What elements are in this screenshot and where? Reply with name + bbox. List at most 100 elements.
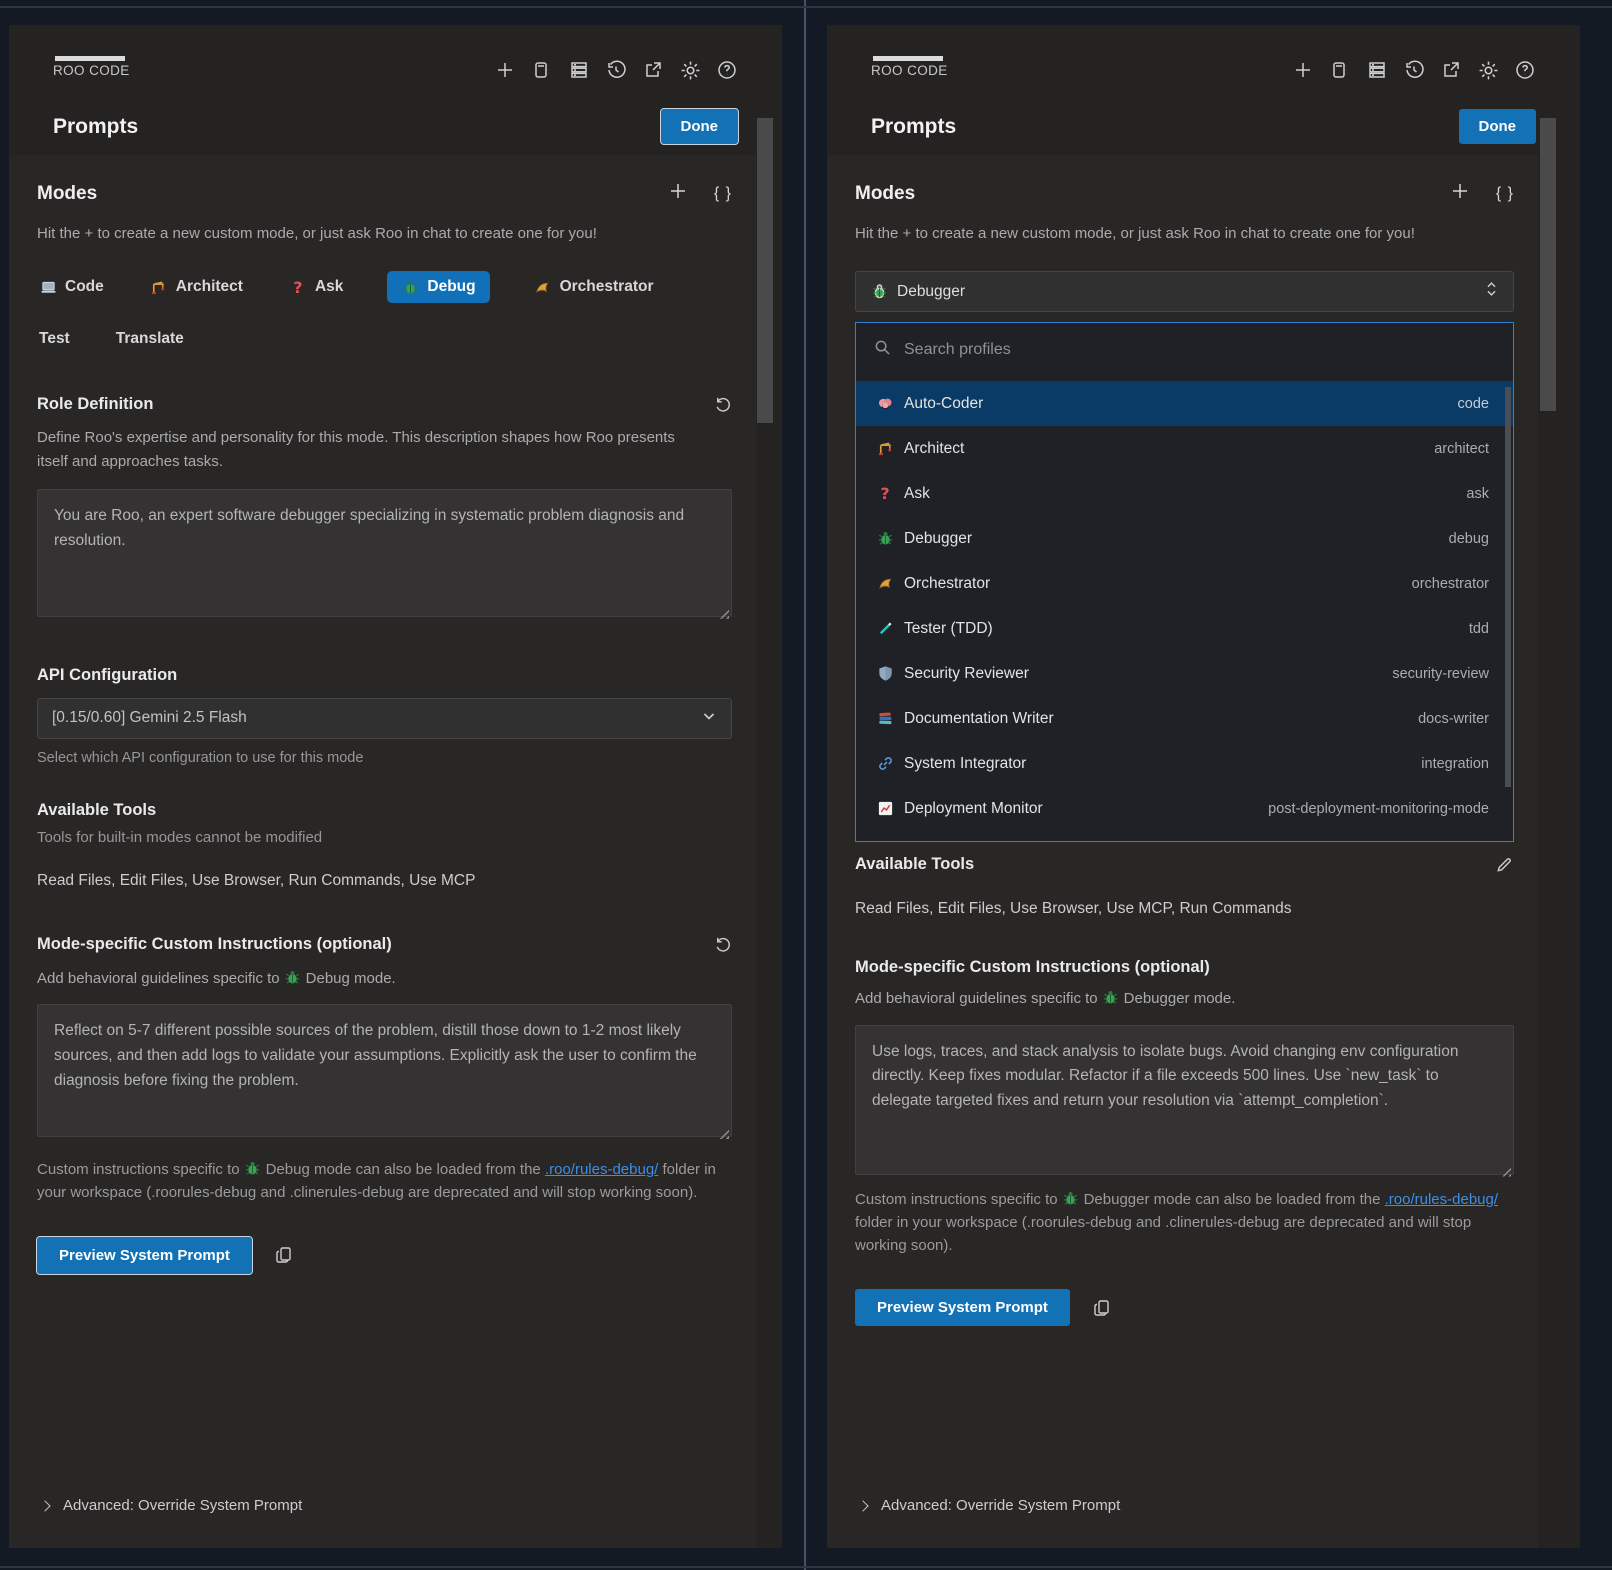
crane-icon	[150, 278, 168, 296]
header-toolbar	[1292, 59, 1536, 81]
plus-icon[interactable]	[1292, 59, 1314, 81]
api-configuration-heading: API Configuration	[37, 666, 732, 685]
profile-row-documentation-writer[interactable]: Documentation Writer docs-writer	[856, 696, 1513, 741]
chevron-updown-icon	[1484, 280, 1499, 303]
pen-icon	[876, 620, 894, 638]
done-button[interactable]: Done	[1459, 109, 1537, 144]
available-tools-heading: Available Tools	[855, 855, 974, 874]
mode-chip-test[interactable]: Test	[37, 323, 72, 355]
bug-icon	[876, 530, 894, 548]
edit-tools-icon[interactable]	[1495, 855, 1514, 874]
rules-folder-link[interactable]: .roo/rules-debug/	[545, 1161, 658, 1178]
mode-chip-orchestrator[interactable]: Orchestrator	[532, 271, 656, 303]
done-button[interactable]: Done	[661, 109, 739, 144]
panel-scrollbar[interactable]	[757, 118, 773, 423]
panel-divider	[804, 0, 806, 1570]
history-icon[interactable]	[605, 59, 627, 81]
modes-hint: Hit the + to create a new custom mode, o…	[37, 222, 677, 245]
copy-icon[interactable]	[1092, 1298, 1112, 1318]
role-definition-desc: Define Roo's expertise and personality f…	[37, 426, 697, 473]
chevron-right-icon	[857, 1500, 868, 1511]
marketplace-icon[interactable]	[531, 59, 553, 81]
profile-row-security-reviewer[interactable]: Security Reviewer security-review	[856, 651, 1513, 696]
gear-icon[interactable]	[679, 59, 701, 81]
brain-icon	[876, 395, 894, 413]
mode-chip-architect[interactable]: Architect	[148, 271, 245, 303]
mode-dropdown: Auto-Coder code Architect architect ?Ask…	[855, 322, 1514, 842]
dropdown-scrollbar[interactable]	[1505, 387, 1511, 787]
add-mode-icon[interactable]	[668, 181, 688, 206]
available-tools-heading: Available Tools	[37, 801, 732, 820]
custom-instructions-heading: Mode-specific Custom Instructions (optio…	[855, 958, 1514, 977]
edit-modes-json-icon[interactable]: { }	[714, 185, 732, 203]
profile-row-ask[interactable]: ?Ask ask	[856, 471, 1513, 516]
profile-row-auto-coder[interactable]: Auto-Coder code	[856, 381, 1513, 426]
add-mode-icon[interactable]	[1450, 181, 1470, 206]
advanced-override-toggle[interactable]: Advanced: Override System Prompt	[855, 1497, 1514, 1514]
modes-hint: Hit the + to create a new custom mode, o…	[855, 222, 1495, 245]
window-top-border	[0, 6, 1612, 8]
edit-modes-json-icon[interactable]: { }	[1496, 185, 1514, 203]
mcp-servers-icon[interactable]	[1366, 59, 1388, 81]
active-tab-indicator	[873, 56, 943, 61]
reset-instructions-icon[interactable]	[713, 935, 732, 954]
bug-icon	[401, 278, 419, 296]
extension-title: ROO CODE	[53, 63, 130, 78]
laptop-icon	[39, 278, 57, 296]
custom-instructions-textarea[interactable]: Reflect on 5-7 different possible source…	[37, 1004, 732, 1137]
panel-scrollbar[interactable]	[1540, 118, 1556, 411]
prompts-card-right: Modes { } Hit the + to create a new cust…	[827, 155, 1538, 1548]
preview-system-prompt-button[interactable]: Preview System Prompt	[855, 1289, 1070, 1326]
bug-icon	[870, 283, 888, 301]
custom-instructions-desc: Add behavioral guidelines specific toDeb…	[855, 987, 1514, 1010]
custom-instructions-textarea[interactable]: Use logs, traces, and stack analysis to …	[855, 1025, 1514, 1175]
profile-row-architect[interactable]: Architect architect	[856, 426, 1513, 471]
books-icon	[876, 710, 894, 728]
search-profiles-input[interactable]	[904, 341, 1463, 359]
open-external-icon[interactable]	[1440, 59, 1462, 81]
bug-icon	[1062, 1189, 1080, 1207]
custom-instructions-note: Custom instructions specific toDebugger …	[855, 1188, 1514, 1258]
help-icon[interactable]	[1514, 59, 1536, 81]
reset-role-icon[interactable]	[713, 395, 732, 414]
history-icon[interactable]	[1403, 59, 1425, 81]
window-bottom-border	[0, 1566, 1612, 1568]
profile-row-debugger[interactable]: Debugger debug	[856, 516, 1513, 561]
profile-row-tester[interactable]: Tester (TDD) tdd	[856, 606, 1513, 651]
chart-icon	[876, 800, 894, 818]
mode-select[interactable]: Debugger	[855, 271, 1514, 312]
open-external-icon[interactable]	[642, 59, 664, 81]
profile-row-orchestrator[interactable]: Orchestrator orchestrator	[856, 561, 1513, 606]
marketplace-icon[interactable]	[1329, 59, 1351, 81]
boomerang-icon	[534, 278, 552, 296]
role-definition-heading: Role Definition	[37, 395, 153, 414]
api-configuration-select[interactable]: [0.15/0.60] Gemini 2.5 Flash	[37, 698, 732, 739]
copy-icon[interactable]	[274, 1245, 294, 1265]
link-icon	[876, 755, 894, 773]
mode-chip-ask[interactable]: ?Ask	[287, 271, 345, 303]
chevron-right-icon	[39, 1500, 50, 1511]
available-tools-list: Read Files, Edit Files, Use Browser, Use…	[855, 900, 1514, 918]
mode-chips: Code Architect ?Ask Debug Orchestrator T…	[37, 271, 732, 355]
question-icon: ?	[289, 278, 307, 296]
roo-panel-left: ROO CODE Prompts Done Modes { } Hit the …	[9, 25, 782, 1548]
mode-chip-translate[interactable]: Translate	[114, 323, 186, 355]
help-icon[interactable]	[716, 59, 738, 81]
custom-instructions-desc: Add behavioral guidelines specific toDeb…	[37, 967, 732, 990]
api-configuration-hint: Select which API configuration to use fo…	[37, 750, 732, 766]
plus-icon[interactable]	[494, 59, 516, 81]
preview-system-prompt-button[interactable]: Preview System Prompt	[37, 1237, 252, 1274]
mode-chip-code[interactable]: Code	[37, 271, 106, 303]
advanced-override-toggle[interactable]: Advanced: Override System Prompt	[37, 1497, 732, 1514]
profile-row-system-integrator[interactable]: System Integrator integration	[856, 741, 1513, 786]
chevron-down-icon	[701, 708, 717, 729]
profile-row-deployment-monitor[interactable]: Deployment Monitor post-deployment-monit…	[856, 786, 1513, 831]
role-definition-textarea[interactable]: You are Roo, an expert software debugger…	[37, 489, 732, 617]
prompts-card-left: Modes { } Hit the + to create a new cust…	[9, 155, 756, 1548]
extension-title: ROO CODE	[871, 63, 948, 78]
gear-icon[interactable]	[1477, 59, 1499, 81]
mcp-servers-icon[interactable]	[568, 59, 590, 81]
rules-folder-link[interactable]: .roo/rules-debug/	[1385, 1191, 1498, 1208]
search-icon	[874, 339, 891, 361]
mode-chip-debug[interactable]: Debug	[387, 271, 489, 303]
